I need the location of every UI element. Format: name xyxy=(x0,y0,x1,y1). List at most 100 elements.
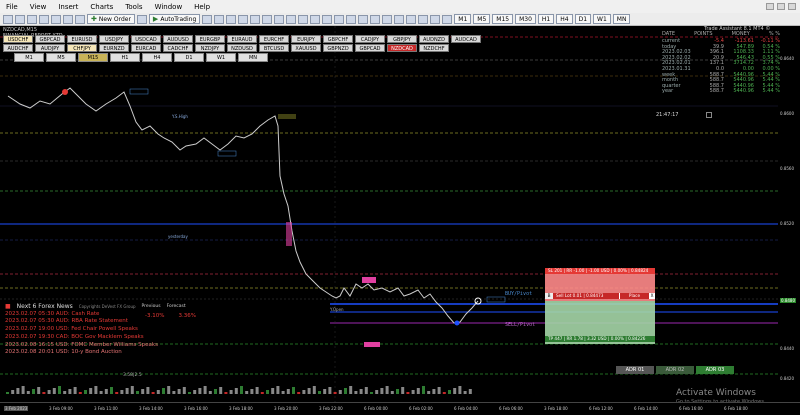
new-order-button[interactable]: ✚ New Order xyxy=(87,14,135,24)
timeframe-button[interactable]: D1 xyxy=(174,53,204,62)
close-icon[interactable] xyxy=(788,3,796,10)
pair-button[interactable]: AUDNZD xyxy=(419,35,449,43)
restore-icon[interactable] xyxy=(777,3,785,10)
pair-button[interactable]: USDCAD xyxy=(131,35,161,43)
timeframe-mn-button[interactable]: MN xyxy=(612,14,631,24)
stop-loss-bar[interactable]: SL 201 | RR -1.00 | -1.00 USD | 0.00% | … xyxy=(545,268,655,274)
menu-charts[interactable]: Charts xyxy=(84,3,119,11)
templates-icon[interactable] xyxy=(322,14,333,24)
tile-icon[interactable] xyxy=(262,14,273,24)
trendline-icon[interactable] xyxy=(382,14,393,24)
candle-chart-icon[interactable] xyxy=(214,14,225,24)
adr-01-button[interactable]: ADR 01 xyxy=(616,366,654,374)
pair-button[interactable]: NZDCAD xyxy=(387,44,417,52)
timeframe-d1-button[interactable]: D1 xyxy=(574,14,592,24)
histogram-bar xyxy=(318,391,321,394)
timeframe-button[interactable]: M5 xyxy=(46,53,76,62)
timeframe-m15-button[interactable]: M15 xyxy=(492,14,514,24)
pair-button[interactable]: CHFJPY xyxy=(67,44,97,52)
timeframe-m1-button[interactable]: M1 xyxy=(454,14,472,24)
pair-button[interactable]: GBPJPY xyxy=(387,35,417,43)
histogram-bar xyxy=(390,391,394,394)
pair-button[interactable]: AUDUSD xyxy=(163,35,193,43)
data-window-icon[interactable] xyxy=(39,14,49,24)
menu-tools[interactable]: Tools xyxy=(119,3,148,11)
pair-button[interactable]: AUDCAD xyxy=(451,35,481,43)
timeframe-w1-button[interactable]: W1 xyxy=(593,14,611,24)
place-button[interactable]: Place xyxy=(619,293,649,299)
timeframe-h1-button[interactable]: H1 xyxy=(537,14,555,24)
timeframe-button[interactable]: MN xyxy=(238,53,268,62)
cursor-icon[interactable] xyxy=(334,14,345,24)
timeframe-h4-button[interactable]: H4 xyxy=(556,14,573,24)
menu-help[interactable]: Help xyxy=(188,3,216,11)
timeframe-m30-button[interactable]: M30 xyxy=(515,14,536,24)
pair-button[interactable]: AUDCHF xyxy=(3,44,33,52)
pair-button[interactable]: USDJPY xyxy=(99,35,129,43)
pair-button[interactable]: GBPCHF xyxy=(323,35,353,43)
new-chart-icon[interactable] xyxy=(3,14,13,24)
pair-button[interactable]: EURUSD xyxy=(67,35,97,43)
autoscroll-icon[interactable] xyxy=(274,14,285,24)
pair-button[interactable]: XAUUSD xyxy=(291,44,321,52)
channel-icon[interactable] xyxy=(394,14,405,24)
pair-button[interactable]: BTCUSD xyxy=(259,44,289,52)
menu-view[interactable]: View xyxy=(24,3,53,11)
profiles-icon[interactable] xyxy=(15,14,25,24)
pair-button[interactable]: NZDJPY xyxy=(195,44,225,52)
timeframe-row: M1 M5 M15 H1 H4 D1 W1 MN xyxy=(14,53,268,62)
arrows-icon[interactable] xyxy=(442,14,453,24)
bar-chart-icon[interactable] xyxy=(202,14,213,24)
pair-button[interactable]: GBPCAD xyxy=(355,44,385,52)
menu-insert[interactable]: Insert xyxy=(52,3,84,11)
timeframe-button[interactable]: W1 xyxy=(206,53,236,62)
take-profit-bar[interactable]: TP 447 | RR 1.78 | 3.32 USD | 0.00% | 0.… xyxy=(545,336,655,342)
strategy-tester-icon[interactable] xyxy=(75,14,85,24)
close-icon[interactable] xyxy=(706,112,712,118)
pair-button[interactable]: AUDJPY xyxy=(35,44,65,52)
pair-button[interactable]: EURCHF xyxy=(259,35,289,43)
crosshair-icon[interactable] xyxy=(346,14,357,24)
timeframe-m5-button[interactable]: M5 xyxy=(473,14,491,24)
autotrading-button[interactable]: ▶ AutoTrading xyxy=(148,14,201,24)
label-icon[interactable] xyxy=(430,14,441,24)
zoom-out-icon[interactable] xyxy=(250,14,261,24)
pair-button[interactable]: EURNZD xyxy=(99,44,129,52)
adr-02-button[interactable]: ADR 02 xyxy=(656,366,694,374)
pair-button[interactable]: CADJPY xyxy=(355,35,385,43)
pair-button[interactable]: NZDUSD xyxy=(227,44,257,52)
horizontal-line-icon[interactable] xyxy=(370,14,381,24)
line-chart-icon[interactable] xyxy=(226,14,237,24)
menu-window[interactable]: Window xyxy=(149,3,189,11)
navigator-icon[interactable] xyxy=(51,14,61,24)
pair-button[interactable]: USDCHF xyxy=(3,35,33,43)
timeframe-button[interactable]: M1 xyxy=(14,53,44,62)
metaeditor-icon[interactable] xyxy=(136,14,147,24)
pair-button[interactable]: EURCAD xyxy=(131,44,161,52)
buy-toggle-button[interactable]: B xyxy=(545,293,553,299)
zoom-in-icon[interactable] xyxy=(238,14,249,24)
vertical-line-icon[interactable] xyxy=(358,14,369,24)
timeframe-button[interactable]: M15 xyxy=(78,53,108,62)
pair-button[interactable]: EURJPY xyxy=(291,35,321,43)
terminal-icon[interactable] xyxy=(63,14,73,24)
pair-button[interactable]: GBPNZD xyxy=(323,44,353,52)
pair-button[interactable]: NZDCHF xyxy=(419,44,449,52)
pair-button[interactable]: EURAUD xyxy=(227,35,257,43)
market-watch-icon[interactable] xyxy=(27,14,37,24)
menu-file[interactable]: File xyxy=(0,3,24,11)
minimize-icon[interactable] xyxy=(766,3,774,10)
chart-shift-icon[interactable] xyxy=(286,14,297,24)
pair-button[interactable]: CADCHF xyxy=(163,44,193,52)
indicators-icon[interactable] xyxy=(298,14,309,24)
pair-button[interactable]: EURGBP xyxy=(195,35,225,43)
periods-icon[interactable] xyxy=(310,14,321,24)
adr-03-button[interactable]: ADR 03 xyxy=(696,366,734,374)
fibonacci-icon[interactable] xyxy=(406,14,417,24)
pair-button[interactable]: GBPCAD xyxy=(35,35,65,43)
timeframe-button[interactable]: H1 xyxy=(110,53,140,62)
close-trade-button[interactable]: X xyxy=(649,293,655,299)
text-icon[interactable] xyxy=(418,14,429,24)
timeframe-button[interactable]: H4 xyxy=(142,53,172,62)
histogram-bar xyxy=(448,390,451,394)
